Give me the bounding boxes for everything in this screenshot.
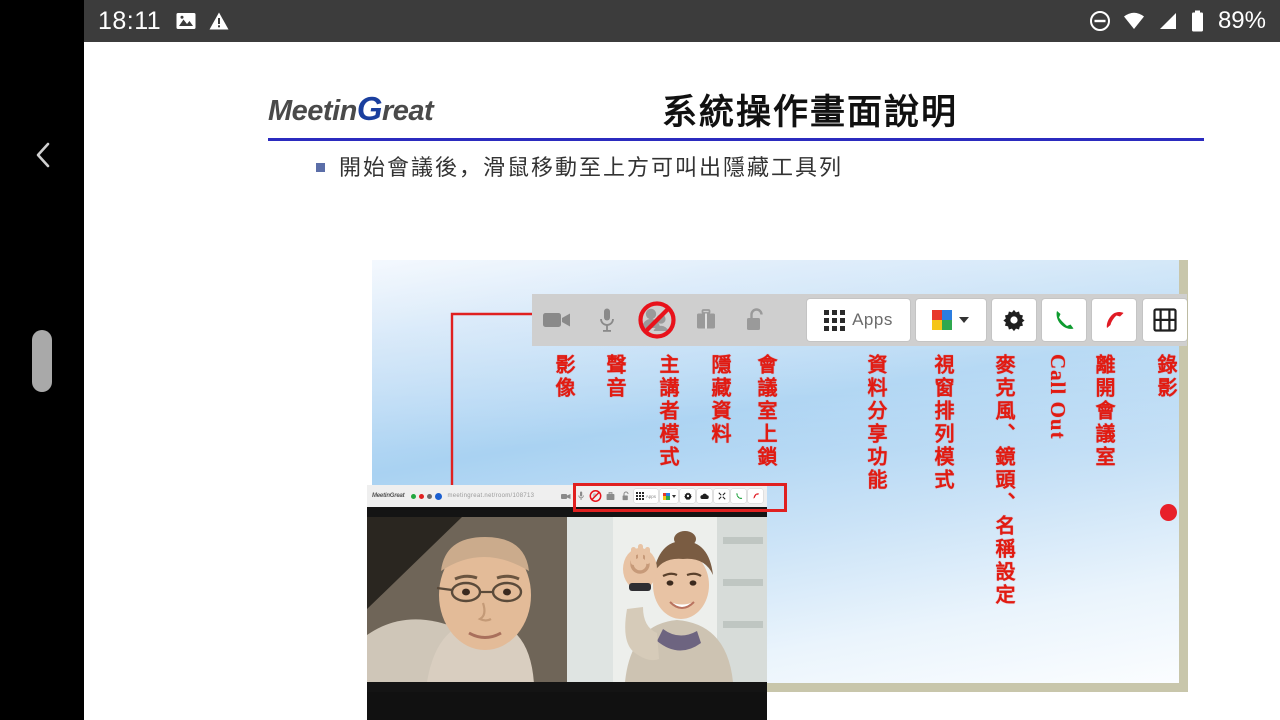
screenshot-logo: MeetinGreat: [372, 493, 405, 499]
toolbar-record-button[interactable]: [1142, 299, 1188, 341]
participant-tile-left[interactable]: [367, 517, 567, 682]
video-camera-icon: [542, 313, 570, 327]
film-strip-icon: [1153, 308, 1177, 332]
apps-grid-icon: [824, 309, 846, 331]
annotation-label-callout: Call Out: [1046, 354, 1070, 440]
annotation-label-presenter: 主講者模式: [656, 354, 680, 469]
slide-page: MeetinGreat 系統操作畫面說明 開始會議後，滑鼠移動至上方可叫出隱藏工…: [84, 42, 1280, 720]
status-left-icons: [175, 10, 230, 32]
battery-icon: [1191, 10, 1203, 31]
screenshot-status-dots: [411, 492, 443, 500]
toolbar-apps-button[interactable]: Apps: [807, 299, 910, 341]
annotation-label-share: 資料分享功能: [864, 354, 888, 492]
briefcase-icon: [697, 309, 716, 329]
navigation-rail: [0, 0, 84, 720]
toolbar-settings-button[interactable]: [991, 299, 1036, 341]
toolbar-hangup-button[interactable]: [1091, 299, 1136, 341]
toolbar-video-button[interactable]: [532, 294, 582, 346]
status-right-icons: 89%: [1089, 7, 1266, 35]
toolbar-callout-button[interactable]: [1041, 299, 1086, 341]
bullet-item: 開始會議後，滑鼠移動至上方可叫出隱藏工具列: [316, 150, 843, 182]
presenter-mode-blocked-icon: [638, 301, 676, 339]
annotation-label-video: 影像: [552, 354, 576, 400]
microphone-icon: [599, 308, 614, 332]
marker-dot: [1160, 504, 1177, 521]
annotation-label-audio: 聲音: [603, 354, 627, 400]
toolbar-briefcase-button[interactable]: [682, 294, 732, 346]
do-not-disturb-icon: [1089, 11, 1110, 31]
screenshot-url: meetingreat.net/room/108713: [447, 493, 535, 499]
annotation-label-room-lock: 會議室上鎖: [754, 354, 778, 469]
logo-g: G: [356, 90, 383, 127]
video-grid: [367, 507, 767, 692]
logo-pre: Meetin: [268, 95, 357, 127]
toolbar-presenter-mode-button[interactable]: [632, 294, 682, 346]
toolbar-layout-button[interactable]: [915, 299, 986, 341]
back-button[interactable]: [30, 140, 56, 170]
wifi-icon: [1123, 12, 1144, 29]
chevron-left-icon: [36, 142, 50, 168]
participant-tile-right[interactable]: [567, 517, 767, 682]
signal-icon: [1159, 13, 1176, 29]
annotation-label-hide-data: 隱藏資料: [708, 354, 732, 446]
annotation-label-layout: 視窗排列模式: [931, 354, 955, 492]
screenshot-footer: [367, 692, 767, 720]
battery-percent: 89%: [1217, 7, 1266, 34]
image-icon: [176, 13, 196, 29]
phone-call-icon: [1056, 311, 1074, 329]
logo-text: MeetinGreat: [268, 90, 448, 128]
window-layout-icon: [932, 310, 953, 330]
status-bar: 18:11 89%: [84, 0, 1280, 42]
toolbar-lock-button[interactable]: [731, 294, 781, 346]
scrollbar-thumb[interactable]: [32, 330, 52, 392]
logo-post: reat: [382, 95, 434, 127]
annotation-label-record: 錄影: [1154, 354, 1178, 400]
gear-icon: [1003, 309, 1025, 332]
title-divider: [268, 138, 1204, 141]
meeting-toolbar: Apps: [532, 294, 1188, 346]
toolbar-highlight-box: [573, 483, 787, 512]
annotation-label-devices: 麥克風、鏡頭、名稱設定: [992, 354, 1016, 607]
bullet-square-icon: [316, 163, 325, 172]
annotation-label-leave: 離開會議室: [1092, 354, 1116, 469]
page-title: 系統操作畫面說明: [661, 93, 958, 133]
warning-icon: [209, 12, 229, 30]
status-time: 18:11: [98, 6, 162, 35]
apps-label: Apps: [852, 310, 893, 329]
app-screenshot: MeetinGreat meetingreat.net/room/108713: [367, 485, 767, 720]
toolbar-mic-button[interactable]: [582, 294, 632, 346]
woman-ok-gesture-photo: [567, 517, 767, 682]
chevron-down-icon: [959, 317, 970, 323]
unlock-icon: [747, 308, 763, 330]
screenshot-video-icon[interactable]: [559, 489, 572, 503]
man-with-glasses-photo: [367, 517, 567, 682]
meetingreat-logo: MeetinGreat: [268, 90, 448, 132]
bullet-text: 開始會議後，滑鼠移動至上方可叫出隱藏工具列: [339, 156, 844, 181]
phone-hangup-icon: [1106, 312, 1124, 328]
screen-root: 18:11 89% MeetinGreat 系統操作畫面說明 開始會議後，滑鼠移…: [0, 0, 1280, 720]
